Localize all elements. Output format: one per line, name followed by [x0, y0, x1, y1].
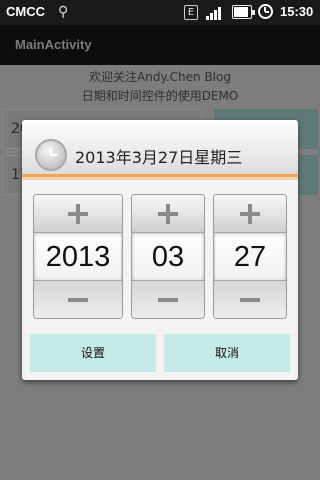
app-title-bar: MainActivity	[0, 25, 320, 65]
set-button[interactable]: 设置	[30, 334, 156, 372]
year-value[interactable]: 2013	[34, 233, 122, 282]
carrier-label: CMCC	[6, 4, 45, 19]
month-picker: 03	[131, 194, 205, 319]
date-picker-dialog: 2013年3月27日星期三 2013 03 27 设置 取消	[22, 120, 298, 380]
dialog-title: 2013年3月27日星期三	[75, 148, 243, 167]
day-increment-button[interactable]	[214, 195, 286, 233]
dialog-header: 2013年3月27日星期三	[22, 120, 298, 180]
day-decrement-button[interactable]	[214, 280, 286, 318]
month-increment-button[interactable]	[132, 195, 204, 233]
year-picker: 2013	[33, 194, 123, 319]
cancel-button[interactable]: 取消	[164, 334, 290, 372]
day-value[interactable]: 27	[214, 233, 286, 282]
heading-welcome: 欢迎关注Andy.Chen Blog	[89, 70, 231, 84]
app-title: MainActivity	[15, 37, 92, 52]
alarm-icon	[258, 4, 273, 19]
edge-network-icon: E	[184, 5, 198, 20]
day-picker: 27	[213, 194, 287, 319]
battery-icon	[232, 5, 255, 19]
month-decrement-button[interactable]	[132, 280, 204, 318]
status-clock: 15:30	[280, 4, 314, 19]
year-decrement-button[interactable]	[34, 280, 122, 318]
clock-icon	[35, 139, 67, 171]
month-value[interactable]: 03	[132, 233, 204, 282]
status-bar: CMCC ⚲ E 15:30	[0, 0, 320, 25]
usb-icon: ⚲	[58, 4, 69, 20]
signal-icon	[206, 5, 224, 20]
year-increment-button[interactable]	[34, 195, 122, 233]
heading-demo: 日期和时间控件的使用DEMO	[81, 89, 239, 103]
